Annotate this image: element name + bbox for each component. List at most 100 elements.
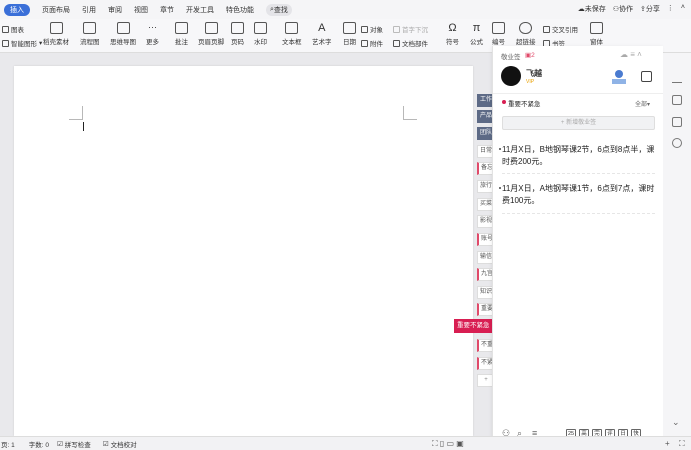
help-icon[interactable] xyxy=(672,138,682,148)
unsaved-button[interactable]: ☁未保存 xyxy=(578,4,606,14)
user-name: 飞越 xyxy=(526,69,542,78)
drop-cap-button[interactable]: 首字下沉 xyxy=(393,24,428,34)
flowchart-icon xyxy=(83,22,97,34)
tab-references[interactable]: 引用 xyxy=(82,5,96,15)
proof-icon: ☑ xyxy=(102,440,109,448)
page-number-button[interactable]: 页码 xyxy=(231,22,244,46)
zoom-in-icon[interactable]: + xyxy=(665,439,670,448)
doc-parts-button[interactable]: 文档部件 xyxy=(393,38,428,48)
word-count[interactable]: 字数: 0 xyxy=(29,439,49,449)
object-button[interactable]: 对象 xyxy=(361,24,383,34)
note-divider xyxy=(502,213,655,214)
side-tag[interactable]: 日常 xyxy=(477,145,493,158)
tab-developer[interactable]: 开发工具 xyxy=(186,5,214,15)
symbol-button[interactable]: Ω 符号 xyxy=(446,22,459,46)
pi-icon: π xyxy=(472,22,481,34)
tab-review[interactable]: 审阅 xyxy=(108,5,122,15)
side-tag[interactable]: 重要 xyxy=(477,303,493,316)
page-number-icon xyxy=(231,22,244,34)
cursor-icon[interactable] xyxy=(672,95,682,105)
more-menu-icon[interactable]: ⋮ xyxy=(667,4,674,14)
doc-parts-icon xyxy=(393,39,400,47)
paperclip-icon xyxy=(361,39,368,47)
avatar[interactable] xyxy=(501,66,521,86)
wordart-button[interactable]: A 艺术字 xyxy=(312,22,332,46)
margin-mark-top-right xyxy=(403,106,417,120)
share-button[interactable]: ⇪分享 xyxy=(640,4,660,14)
side-tag[interactable]: 账号 xyxy=(477,233,493,246)
side-tag[interactable]: 团队 xyxy=(477,127,493,140)
mindmap-icon xyxy=(116,22,130,34)
flowchart-button[interactable]: 流程图 xyxy=(80,22,100,46)
cloud-icon: ☁ xyxy=(577,6,585,13)
add-note-button[interactable]: + 新增敬业签 xyxy=(502,116,655,130)
cross-reference-button[interactable]: 交叉引用 xyxy=(543,24,578,34)
side-tag[interactable]: 不重 xyxy=(477,339,493,352)
active-category-tag[interactable]: 重要不紧急 xyxy=(454,319,494,333)
form-icon xyxy=(590,22,603,34)
calendar-icon[interactable] xyxy=(641,71,652,82)
side-tag[interactable]: 备忘 xyxy=(477,162,493,175)
chart-icon xyxy=(2,25,9,33)
view-mode-icons[interactable]: ⛶ ▯ ▭ ▣ xyxy=(432,439,464,449)
watermark-button[interactable]: 水印 xyxy=(254,22,267,46)
drop-cap-icon xyxy=(393,25,400,33)
vip-badge: VIP xyxy=(526,79,535,85)
right-tool-rail: ⌄ xyxy=(663,53,691,436)
note-item[interactable]: 11月X日，B地钢琴课2节，6点到8点半，课时费200元。 xyxy=(499,144,655,168)
add-tag-icon[interactable]: + xyxy=(477,374,493,387)
search-tab[interactable]: ⌕ 查找 xyxy=(266,3,292,16)
tab-special[interactable]: 特色功能 xyxy=(226,5,254,15)
scroll-down-icon[interactable]: ⌄ xyxy=(672,417,682,427)
page-indicator: 页: 1 xyxy=(1,441,15,449)
header-footer-button[interactable]: 页眉页脚 xyxy=(198,22,224,46)
notes-count-badge[interactable]: ▣2 xyxy=(525,51,535,59)
filter-dropdown[interactable]: 全部▾ xyxy=(635,99,650,108)
side-tag[interactable]: 旅行 xyxy=(477,180,493,193)
numbering-button[interactable]: 编号 xyxy=(492,22,505,46)
settings-sliders-icon[interactable] xyxy=(672,117,682,127)
collab-button[interactable]: ⚇协作 xyxy=(613,4,633,14)
side-tag[interactable]: 知识 xyxy=(477,286,493,299)
side-tag[interactable]: 影视 xyxy=(477,215,493,228)
chart-button[interactable]: 图表 xyxy=(2,24,24,34)
check-icon: ☑ xyxy=(56,440,63,448)
side-tag[interactable]: 工作 xyxy=(477,94,493,107)
pen-icon[interactable] xyxy=(672,73,682,83)
textbox-icon xyxy=(285,22,299,34)
attachment-button[interactable]: 附件 xyxy=(361,38,383,48)
tab-chapter[interactable]: 章节 xyxy=(160,5,174,15)
side-tag[interactable]: 九宫 xyxy=(477,268,493,281)
formula-button[interactable]: π 公式 xyxy=(470,22,483,46)
date-button[interactable]: 日期 xyxy=(343,22,356,46)
spell-check-button[interactable]: ☑ 拼写检查 xyxy=(57,439,91,449)
mindmap-button[interactable]: 思维导图 xyxy=(110,22,136,46)
side-tag[interactable]: 输信 xyxy=(477,251,493,264)
comment-button[interactable]: 批注 xyxy=(175,22,188,46)
decorative-illustration xyxy=(609,66,629,86)
paper-material-button[interactable]: 稻壳素材 xyxy=(43,22,69,46)
cross-ref-icon xyxy=(543,25,550,33)
more-button[interactable]: ··· 更多 xyxy=(146,22,159,46)
dots-icon: ··· xyxy=(148,22,157,32)
smart-graphic-button[interactable]: 智能图形 ▾ xyxy=(2,38,42,48)
hyperlink-button[interactable]: 超链接 xyxy=(516,22,536,46)
fit-window-icon[interactable]: ⛶ xyxy=(679,439,685,449)
panel-window-controls[interactable]: ☁ ≡ ˄ xyxy=(620,50,642,59)
margin-mark-top-left xyxy=(69,106,83,120)
note-item[interactable]: 11月X日，A地钢琴课1节，6点到7点，课时费100元。 xyxy=(499,183,655,207)
search-label: 查找 xyxy=(273,6,288,14)
tab-view[interactable]: 视图 xyxy=(134,5,148,15)
side-tag[interactable]: 买菜 xyxy=(477,198,493,211)
tab-page-layout[interactable]: 页面布局 xyxy=(42,5,70,15)
collapse-ribbon-icon[interactable]: ˄ xyxy=(681,4,685,14)
tab-insert[interactable]: 插入 xyxy=(4,3,30,16)
side-tag[interactable]: 不紧 xyxy=(477,357,493,370)
numbering-icon xyxy=(492,22,505,34)
textbox-button[interactable]: 文本框 xyxy=(282,22,302,46)
form-button[interactable]: 窗体 xyxy=(590,22,603,46)
proofread-button[interactable]: ☑ 文档校对 xyxy=(103,439,137,449)
side-tag[interactable]: 产品 xyxy=(477,110,493,123)
status-bar: 页: 1 字数: 0 ☑ 拼写检查 ☑ 文档校对 ⛶ ▯ ▭ ▣ + ⛶ xyxy=(0,436,691,450)
document-page[interactable] xyxy=(14,66,473,436)
